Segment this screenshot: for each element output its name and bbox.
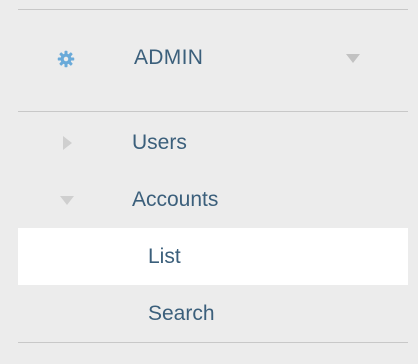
caret-right-icon bbox=[63, 136, 72, 150]
submenu-item-list[interactable]: List bbox=[18, 228, 408, 285]
menu-item-users[interactable]: Users bbox=[18, 114, 408, 171]
divider bbox=[18, 111, 408, 112]
menu-item-label: Accounts bbox=[132, 188, 219, 211]
submenu-item-search[interactable]: Search bbox=[18, 285, 408, 342]
menu-item-accounts[interactable]: Accounts bbox=[18, 171, 408, 228]
sidebar-nav: ADMIN Users Accounts List Search bbox=[0, 0, 418, 364]
divider bbox=[18, 342, 408, 343]
gear-icon bbox=[57, 50, 75, 68]
menu-item-label: Users bbox=[132, 131, 187, 154]
section-label: ADMIN bbox=[134, 46, 204, 69]
submenu-item-label: List bbox=[148, 245, 181, 268]
caret-down-icon bbox=[60, 196, 74, 205]
submenu-item-label: Search bbox=[148, 302, 215, 325]
admin-section-header[interactable]: ADMIN bbox=[18, 10, 408, 111]
chevron-down-icon[interactable] bbox=[346, 54, 360, 63]
